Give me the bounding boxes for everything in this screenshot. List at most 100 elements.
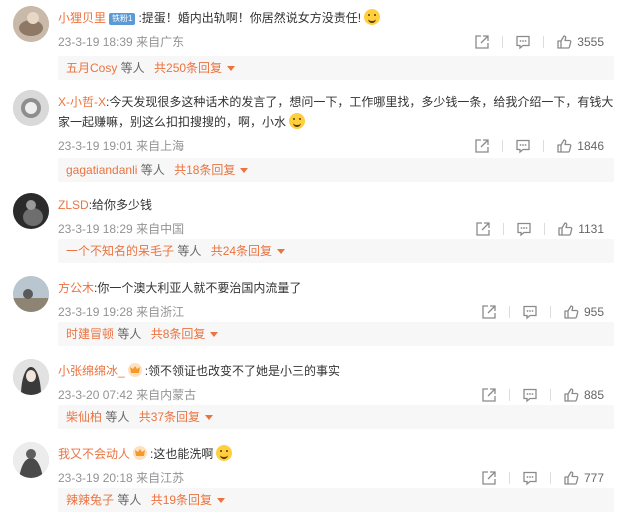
comment-location: 来自上海 [136,139,185,153]
like-icon[interactable] [563,304,579,320]
comment-actions: 777 [481,466,604,490]
share-icon[interactable] [474,138,490,154]
like-count: 955 [583,305,604,319]
comment-date: 23-3-19 18:29 [58,222,133,236]
like-icon[interactable] [563,387,579,403]
reply-user[interactable]: 柴仙柏 [66,410,102,424]
comment-body: :领不领证也改变不了她是小三的事实 [144,364,341,378]
reply-summary[interactable]: 柴仙柏 等人 共37条回复 [58,405,614,429]
reply-summary[interactable]: 一个不知名的呆毛子 等人 共24条回复 [58,239,614,263]
comment-text: ZLSD:给你多少钱 [58,195,614,215]
comment-location: 来自浙江 [136,305,185,319]
like-count: 1131 [578,222,604,236]
reply-summary[interactable]: gagatiandanli 等人 共18条回复 [58,158,614,182]
comment-icon[interactable] [515,138,531,154]
laugh-emoji-icon [364,9,381,25]
reply-count-link[interactable]: 共19条回复 [151,493,212,507]
chevron-down-icon[interactable] [277,249,286,254]
like-icon[interactable] [563,470,579,486]
like-count: 1846 [577,139,604,153]
comment-actions: 1846 [474,134,604,158]
comment-username[interactable]: X-小哲-X [58,95,106,109]
reply-summary[interactable]: 辣辣兔子 等人 共19条回复 [58,488,614,512]
reply-user[interactable]: 辣辣兔子 [66,493,114,507]
comment-icon[interactable] [522,387,538,403]
comment-date: 23-3-19 18:39 [58,35,133,49]
avatar[interactable] [13,193,49,229]
crown-icon [133,446,148,460]
like-icon[interactable] [556,138,572,154]
comment-location: 来自江苏 [136,471,185,485]
wink-emoji-icon [289,113,306,129]
avatar[interactable] [13,442,49,478]
share-icon[interactable] [481,470,497,486]
like-count: 777 [583,471,604,485]
comment-body: :提蛋！婚内出轨啊！你居然说女方没责任! [138,11,362,25]
comment-text: 我又不会动人 :这也能洗啊 [58,444,614,464]
reply-etc: 等人 [114,327,145,341]
comment-icon[interactable] [522,304,538,320]
comment-date: 23-3-19 20:18 [58,471,133,485]
reply-user[interactable]: 时建冒顿 [66,327,114,341]
like-count: 3555 [577,35,604,49]
share-icon[interactable] [474,34,490,50]
crown-icon [127,363,142,377]
comment-icon[interactable] [516,221,532,237]
fan-badge[interactable]: 铁粉1 [109,13,136,25]
share-icon[interactable] [475,221,491,237]
comment-list: 小狸贝里 铁粉1:提蛋！婚内出轨啊！你居然说女方没责任! 23-3-19 18:3… [0,0,624,514]
reply-count-link[interactable]: 共18条回复 [174,163,235,177]
avatar[interactable] [13,276,49,312]
comment-username[interactable]: ZLSD [58,198,89,212]
comment-text: 小狸贝里 铁粉1:提蛋！婚内出轨啊！你居然说女方没责任! [58,8,614,28]
reply-etc: 等人 [137,163,169,177]
comment-username[interactable]: 我又不会动人 [58,447,130,461]
comment-body: :你一个澳大利亚人就不要治国内流量了 [94,281,302,295]
chevron-down-icon[interactable] [240,168,249,173]
chevron-down-icon[interactable] [210,332,219,337]
comment-body: :给你多少钱 [88,198,153,212]
comment-date: 23-3-19 19:01 [58,139,133,153]
grin-emoji-icon [216,445,233,461]
comment-date: 23-3-20 07:42 [58,388,133,402]
share-icon[interactable] [481,387,497,403]
reply-summary[interactable]: 时建冒顿 等人 共8条回复 [58,322,614,346]
chevron-down-icon[interactable] [227,66,236,71]
reply-etc: 等人 [117,61,149,75]
reply-summary[interactable]: 五月Cosy 等人 共250条回复 [58,56,614,80]
like-icon[interactable] [557,221,573,237]
comment-username[interactable]: 方公木 [58,281,94,295]
like-icon[interactable] [556,34,572,50]
reply-user[interactable]: 五月Cosy [66,61,117,75]
reply-user[interactable]: gagatiandanli [66,163,137,177]
comment-text: 方公木:你一个澳大利亚人就不要治国内流量了 [58,278,614,298]
comment-actions: 955 [481,300,604,324]
avatar[interactable] [13,6,49,42]
comment-location: 来自广东 [136,35,185,49]
comment-actions: 3555 [474,30,604,54]
reply-count-link[interactable]: 共250条回复 [154,61,222,75]
chevron-down-icon[interactable] [205,415,214,420]
comment-icon[interactable] [522,470,538,486]
reply-count-link[interactable]: 共37条回复 [139,410,200,424]
comment-text: 小张绵绵冰_ :领不领证也改变不了她是小三的事实 [58,361,614,381]
avatar[interactable] [13,90,49,126]
comment-username[interactable]: 小狸贝里 [58,11,106,25]
reply-count-link[interactable]: 共24条回复 [211,244,272,258]
reply-etc: 等人 [114,493,145,507]
reply-etc: 等人 [174,244,205,258]
comment-body: :这也能洗啊 [150,447,214,461]
avatar[interactable] [13,359,49,395]
comment-icon[interactable] [515,34,531,50]
chevron-down-icon[interactable] [217,498,226,503]
reply-count-link[interactable]: 共8条回复 [151,327,206,341]
comment-date: 23-3-19 19:28 [58,305,133,319]
comment-username[interactable]: 小张绵绵冰_ [58,364,125,378]
comment-body: :今天发现很多这种话术的发言了，想问一下，工作哪里找，多少钱一条，给我介绍一下，… [58,95,614,129]
share-icon[interactable] [481,304,497,320]
comment-actions: 1131 [475,217,604,241]
comment-text: X-小哲-X:今天发现很多这种话术的发言了，想问一下，工作哪里找，多少钱一条，给… [58,92,614,132]
comment-location: 来自内蒙古 [136,388,197,402]
reply-user[interactable]: 一个不知名的呆毛子 [66,244,174,258]
like-count: 885 [583,388,604,402]
